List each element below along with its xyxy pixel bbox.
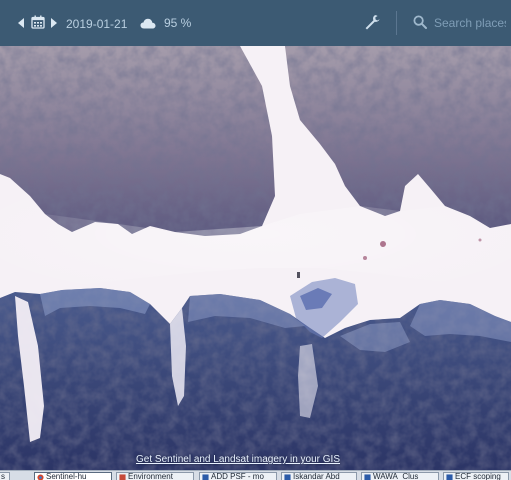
- taskbar-item-iskandar[interactable]: Iskandar Abd: [281, 472, 357, 480]
- cloud-icon: [140, 16, 156, 30]
- taskbar-item-folder[interactable]: s: [0, 472, 10, 480]
- word-icon: [202, 474, 209, 480]
- next-date-arrow-icon[interactable]: [47, 12, 61, 34]
- taskbar-item-add-psf[interactable]: ADD PSF - mo: [199, 472, 277, 480]
- date-display[interactable]: 2019-01-21: [66, 17, 127, 31]
- taskbar-item-label: ECF scoping: [455, 472, 501, 480]
- browser-icon: [37, 474, 44, 480]
- taskbar-item-label: Sentinel-hu: [46, 472, 87, 480]
- taskbar-item-environment[interactable]: Environment: [116, 472, 194, 480]
- word-icon: [446, 474, 453, 480]
- word-icon: [364, 474, 371, 480]
- taskbar-item-label: Environment: [128, 472, 173, 480]
- wrench-icon[interactable]: [364, 14, 382, 32]
- cloud-coverage-value: 95 %: [164, 16, 192, 30]
- previous-date-arrow-icon[interactable]: [14, 12, 28, 34]
- search-places-input[interactable]: [434, 13, 506, 33]
- calendar-icon[interactable]: [29, 13, 47, 31]
- taskbar-item-ecf-scoping[interactable]: ECF scoping: [443, 472, 509, 480]
- taskbar-item-label: ADD PSF - mo: [211, 472, 264, 480]
- taskbar: s Sentinel-hu Environment ADD PSF - mo I…: [0, 470, 511, 480]
- app-icon: [119, 474, 126, 480]
- search-icon: [413, 15, 427, 29]
- taskbar-item-label: WAWA_Clus: [373, 472, 419, 480]
- gis-imagery-link[interactable]: Get Sentinel and Landsat imagery in your…: [136, 454, 340, 465]
- taskbar-item-label: s: [1, 472, 5, 480]
- taskbar-item-wawa-clus[interactable]: WAWA_Clus: [361, 472, 439, 480]
- satellite-map[interactable]: [0, 46, 511, 470]
- taskbar-item-label: Iskandar Abd: [293, 472, 340, 480]
- toolbar: 2019-01-21 95 %: [0, 0, 511, 46]
- toolbar-divider: [396, 11, 397, 35]
- word-icon: [284, 474, 291, 480]
- taskbar-item-sentinel-hub[interactable]: Sentinel-hu: [34, 472, 112, 480]
